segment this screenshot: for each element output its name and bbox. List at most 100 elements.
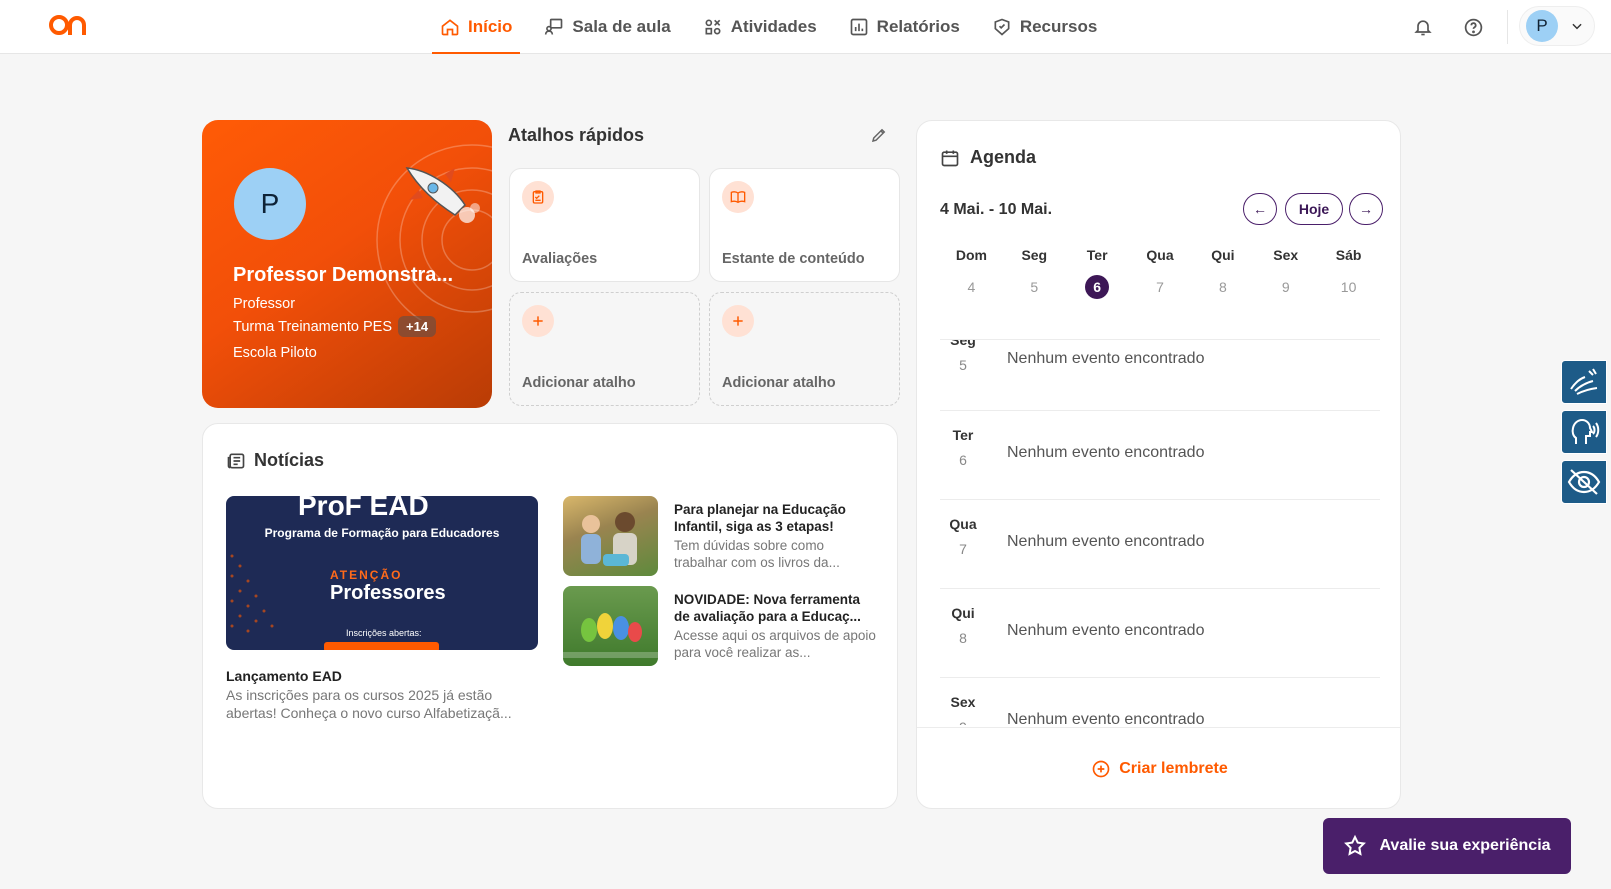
agenda-event-list[interactable]: Seg 5 Nenhum evento encontrado Ter 6 Nenhu… bbox=[940, 339, 1380, 725]
news-main-title[interactable]: Lançamento EAD bbox=[226, 668, 342, 684]
home-icon bbox=[441, 19, 459, 36]
class-count-badge[interactable]: +14 bbox=[398, 316, 437, 337]
prev-week-button[interactable]: ← bbox=[1243, 193, 1277, 225]
nav-item-label: Início bbox=[468, 17, 513, 36]
profile-class-label: Turma Treinamento PES bbox=[233, 319, 393, 335]
agenda-day-row: Ter 6 Nenhum evento encontrado bbox=[940, 411, 1380, 500]
next-week-button[interactable]: → bbox=[1349, 193, 1383, 225]
day-number: 10 bbox=[1340, 279, 1357, 295]
week-day[interactable]: Qua 7 bbox=[1129, 247, 1192, 299]
user-menu[interactable]: P bbox=[1519, 6, 1595, 46]
news-title: Notícias bbox=[254, 450, 325, 470]
news-thumbnail bbox=[563, 586, 658, 666]
banner-cta-bar bbox=[324, 642, 439, 650]
sign-language-button[interactable] bbox=[1561, 360, 1607, 404]
week-day[interactable]: Seg 5 bbox=[1003, 247, 1066, 299]
chevron-down-icon bbox=[1572, 23, 1582, 30]
news-main-image[interactable]: ProF EAD Programa de Formação para Educa… bbox=[226, 496, 538, 650]
nav-item-inicio[interactable]: Início bbox=[424, 0, 528, 54]
visual-accessibility-button[interactable] bbox=[1561, 460, 1607, 504]
shortcut-estante[interactable]: Estante de conteúdo bbox=[709, 168, 900, 282]
day-number-today: 6 bbox=[1085, 275, 1110, 299]
agenda-day-number: 8 bbox=[959, 630, 967, 646]
avatar: P bbox=[1526, 10, 1558, 42]
week-day[interactable]: Sáb 10 bbox=[1317, 247, 1380, 299]
day-name: Qua bbox=[1146, 247, 1174, 263]
day-name: Ter bbox=[1086, 247, 1108, 263]
plus-icon bbox=[522, 305, 554, 337]
nav-item-label: Recursos bbox=[1019, 17, 1098, 36]
help-button[interactable] bbox=[1459, 13, 1487, 41]
book-open-icon bbox=[722, 181, 754, 213]
characters-photo bbox=[563, 613, 658, 658]
shortcut-label: Adicionar atalho bbox=[522, 375, 636, 391]
week-day[interactable]: Qui 8 bbox=[1191, 247, 1254, 299]
day-name: Dom bbox=[955, 247, 987, 263]
shortcut-label: Avaliações bbox=[522, 251, 598, 267]
news-thumbnail bbox=[563, 496, 658, 576]
newspaper-icon bbox=[227, 453, 245, 468]
agenda-day-name: Ter bbox=[952, 427, 974, 443]
agenda-empty-text: Nenhum evento encontrado bbox=[1007, 350, 1205, 367]
day-number: 9 bbox=[1281, 279, 1290, 295]
banner-alert: ATENÇÃO bbox=[330, 568, 403, 582]
agenda-day: Qui 8 bbox=[940, 605, 986, 646]
agenda-date-range: 4 Mai. - 10 Mai. bbox=[940, 201, 1053, 218]
shortcuts-title: Atalhos rápidos bbox=[508, 125, 645, 145]
week-day[interactable]: Sex 9 bbox=[1254, 247, 1317, 299]
agenda-day-name: Qua bbox=[949, 516, 977, 532]
day-number: 7 bbox=[1156, 279, 1164, 295]
agenda-day-number: 7 bbox=[959, 541, 967, 557]
news-item[interactable]: NOVIDADE: Nova ferramenta de avaliação p… bbox=[563, 586, 883, 666]
shortcut-avaliacoes[interactable]: Avaliações bbox=[509, 168, 700, 282]
notifications-button[interactable] bbox=[1409, 13, 1437, 41]
day-name: Qui bbox=[1211, 247, 1235, 263]
agenda-title: Agenda bbox=[970, 147, 1037, 167]
nav-item-label: Atividades bbox=[730, 17, 817, 36]
agenda-day-number: 9 bbox=[940, 719, 986, 725]
banner-footer: Inscrições abertas: bbox=[346, 628, 422, 638]
agenda-day: Ter 6 bbox=[940, 427, 986, 468]
agenda-empty-text: Nenhum evento encontrado bbox=[1007, 711, 1205, 725]
nav-item-label: Sala de aula bbox=[572, 17, 671, 36]
shortcut-label: Estante de conteúdo bbox=[722, 251, 865, 267]
today-button[interactable]: Hoje bbox=[1285, 193, 1343, 225]
agenda-header: Agenda bbox=[940, 147, 1036, 168]
nav-item-recursos[interactable]: Recursos bbox=[976, 0, 1113, 54]
nav-item-sala-de-aula[interactable]: Sala de aula bbox=[528, 0, 686, 54]
news-item-text: Tem dúvidas sobre como trabalhar com os … bbox=[674, 538, 840, 570]
sign-language-icon bbox=[1570, 368, 1598, 395]
profile-avatar: P bbox=[234, 168, 306, 240]
agenda-day-row: Sex 9 Nenhum evento encontrado bbox=[940, 678, 1380, 725]
day-name: Sáb bbox=[1335, 247, 1362, 263]
profile-role: Professor bbox=[233, 296, 296, 312]
clipboard-check-icon bbox=[522, 181, 554, 213]
activities-icon bbox=[705, 19, 721, 35]
profile-class: Turma Treinamento PES +14 bbox=[233, 316, 437, 337]
create-reminder-button[interactable]: Criar lembrete bbox=[917, 727, 1400, 808]
day-name: Seg bbox=[1021, 247, 1048, 263]
week-day[interactable]: Ter 6 bbox=[1066, 247, 1129, 299]
banner-subtitle: Programa de Formação para Educadores bbox=[264, 526, 500, 540]
divider bbox=[1507, 10, 1508, 44]
audio-description-button[interactable] bbox=[1561, 410, 1607, 454]
add-shortcut-button[interactable]: Adicionar atalho bbox=[509, 292, 700, 406]
week-day[interactable]: Dom 4 bbox=[940, 247, 1003, 299]
week-strip: Dom 4 Seg 5 Ter 6 Qua 7 Qui 8 Sex 9 Sáb 10 bbox=[940, 247, 1380, 299]
news-main-text: As inscrições para os cursos 2025 já est… bbox=[226, 687, 512, 721]
rocket-icon bbox=[405, 167, 480, 223]
agenda-day-row: Seg 5 Nenhum evento encontrado bbox=[940, 340, 1380, 411]
agenda-day-name: Qui bbox=[951, 605, 975, 621]
profile-name: Professor Demonstra... bbox=[233, 264, 454, 286]
news-item[interactable]: Para planejar na Educação Infantil, siga… bbox=[563, 496, 883, 576]
rate-experience-button[interactable]: Avalie sua experiência bbox=[1323, 818, 1571, 874]
app-logo[interactable] bbox=[48, 11, 88, 44]
main-nav: Início Sala de aula Atividades Relatório… bbox=[424, 0, 1113, 54]
agenda-day-row: Qui 8 Nenhum evento encontrado bbox=[940, 589, 1380, 678]
news-item-title: NOVIDADE: Nova ferramenta de avaliação p… bbox=[674, 592, 861, 624]
nav-item-relatorios[interactable]: Relatórios bbox=[833, 0, 976, 54]
add-shortcut-button[interactable]: Adicionar atalho bbox=[709, 292, 900, 406]
agenda-day: Sex 9 bbox=[940, 694, 986, 725]
edit-shortcuts-button[interactable] bbox=[870, 126, 888, 149]
nav-item-atividades[interactable]: Atividades bbox=[687, 0, 833, 54]
